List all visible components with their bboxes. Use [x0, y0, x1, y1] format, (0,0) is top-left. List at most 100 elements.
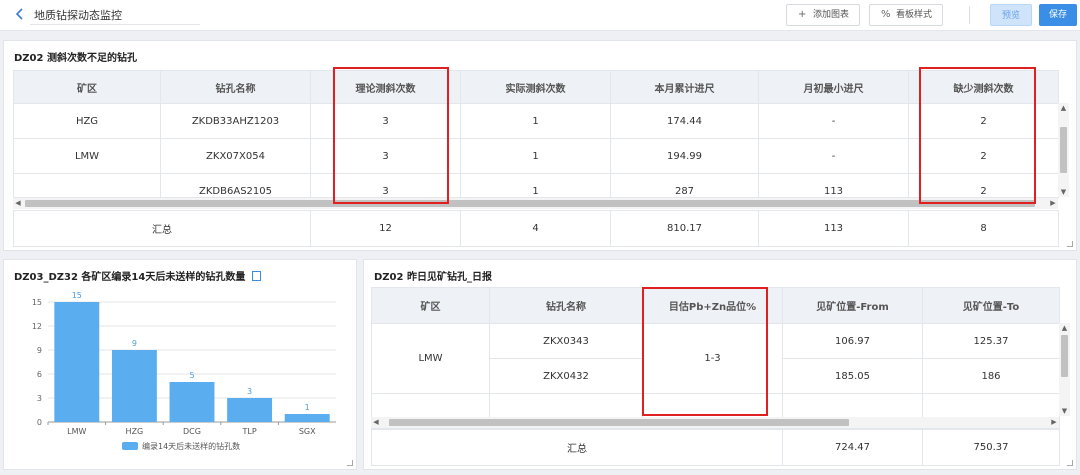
y-tick-label: 0 [37, 418, 42, 427]
column-header-to[interactable]: 见矿位置-To [922, 287, 1060, 324]
scroll-left-icon[interactable]: ◀ [371, 417, 381, 428]
cell: 1-3 [642, 323, 783, 394]
summary-cell: 724.47 [782, 429, 923, 466]
save-button[interactable]: 保存 [1039, 4, 1077, 26]
cell: LMW [371, 323, 490, 394]
column-header-min-footage[interactable]: 月初最小进尺 [758, 70, 909, 104]
page-title: 地质钻探动态监控 [34, 9, 122, 22]
vertical-scrollbar[interactable]: ▲ ▼ [1059, 323, 1070, 416]
cell: - [758, 138, 909, 174]
panel-title: DZ02 测斜次数不足的钻孔 [14, 53, 137, 64]
summary-row: 汇总 12 4 810.17 113 8 [13, 210, 1059, 247]
cell: 287 [610, 173, 759, 198]
legend-label: 编录14天后未送样的钻孔数 [142, 441, 240, 451]
column-header-month-footage[interactable]: 本月累计进尺 [610, 70, 759, 104]
cell: 185.05 [782, 358, 923, 394]
bar-value-label: 5 [189, 371, 194, 380]
board-style-label: 看板样式 [896, 10, 933, 20]
cell: 2 [908, 173, 1059, 198]
panel-unsampled-drills-chart: DZ03_DZ32 各矿区编录14天后未送样的钻孔数量 0 3 6 9 12 15 15 LM… [3, 259, 357, 470]
resize-handle[interactable] [1067, 241, 1073, 247]
bar [169, 382, 215, 422]
summary-label: 汇总 [13, 210, 311, 247]
y-tick-label: 3 [37, 394, 42, 403]
y-tick-label: 9 [37, 346, 42, 355]
chevron-left-icon[interactable] [14, 7, 28, 21]
x-tick-label: HZG [126, 427, 144, 436]
y-tick-label: 6 [37, 370, 42, 379]
plus-icon: + [798, 9, 807, 20]
scroll-down-icon[interactable]: ▼ [1059, 406, 1070, 416]
column-header-drill-name[interactable]: 钻孔名称 [489, 287, 643, 324]
scroll-left-icon[interactable]: ◀ [13, 198, 23, 209]
column-header-actual-count[interactable]: 实际测斜次数 [460, 70, 611, 104]
bar [284, 414, 330, 422]
y-tick-label: 12 [32, 322, 42, 331]
column-header-from[interactable]: 见矿位置-From [782, 287, 923, 324]
summary-cell: 4 [460, 210, 611, 247]
scroll-down-icon[interactable]: ▼ [1058, 187, 1069, 197]
table-header-row: 矿区 钻孔名称 理论测斜次数 实际测斜次数 本月累计进尺 月初最小进尺 缺少测斜… [13, 70, 1059, 104]
summary-label: 汇总 [371, 429, 783, 466]
x-tick-label: LMW [67, 427, 86, 436]
bar [227, 398, 273, 422]
scroll-right-icon[interactable]: ▶ [1048, 198, 1058, 209]
horizontal-scrollbar[interactable]: ◀ ▶ [371, 417, 1059, 428]
resize-handle[interactable] [347, 460, 353, 466]
cell: ZKX0432 [489, 358, 643, 394]
toolbar-divider [969, 6, 970, 24]
column-header-drill-name[interactable]: 钻孔名称 [160, 70, 311, 104]
column-header-missing-count[interactable]: 缺少测斜次数 [908, 70, 1059, 104]
bar [54, 302, 100, 422]
scroll-up-icon[interactable]: ▲ [1059, 323, 1070, 333]
add-chart-button[interactable]: + 添加图表 [786, 4, 860, 26]
cell: HZG [13, 103, 161, 139]
cell: ZKX0343 [489, 323, 643, 359]
cell: 1 [460, 103, 611, 139]
cell: - [758, 103, 909, 139]
column-header-theoretical-count[interactable]: 理论测斜次数 [310, 70, 461, 104]
summary-cell: 113 [758, 210, 909, 247]
cell: 3 [310, 173, 461, 198]
cell: 106.97 [782, 323, 923, 359]
summary-cell: 8 [908, 210, 1059, 247]
board-style-button[interactable]: % 看板样式 [869, 4, 943, 26]
cell: 194.99 [610, 138, 759, 174]
vertical-scrollbar[interactable]: ▲ ▼ [1058, 103, 1069, 197]
scrollbar-thumb[interactable] [389, 419, 849, 426]
cell: LMW [13, 138, 161, 174]
scrollbar-thumb[interactable] [25, 200, 1035, 207]
scrollbar-thumb[interactable] [1061, 335, 1068, 377]
panel-title: DZ02 昨日见矿钻孔_日报 [374, 272, 492, 283]
table-row[interactable]: HZG ZKDB33AHZ1203 3 1 174.44 - 2 [13, 103, 1059, 139]
bar-chart: 0 3 6 9 12 15 15 LMW 9 HZG 5 DCG 3 TLP 1 SGX 编录14天后未送样的钻… [32, 291, 336, 451]
inclinometry-table: 矿区 钻孔名称 理论测斜次数 实际测斜次数 本月累计进尺 月初最小进尺 缺少测斜… [13, 70, 1059, 198]
summary-cell: 810.17 [610, 210, 759, 247]
cell: ZKX07X054 [160, 138, 311, 174]
cell: 3 [310, 138, 461, 174]
bar-value-label: 3 [247, 387, 252, 396]
resize-handle[interactable] [1067, 460, 1073, 466]
summary-cell: 12 [310, 210, 461, 247]
cell: 186 [922, 358, 1060, 394]
horizontal-scrollbar[interactable]: ◀ ▶ [13, 198, 1058, 209]
table-header-row: 矿区 钻孔名称 目估Pb+Zn品位% 见矿位置-From 见矿位置-To [371, 287, 1060, 324]
title-underline [30, 24, 200, 25]
column-header-area[interactable]: 矿区 [371, 287, 490, 324]
table-row[interactable]: ZKDB6AS2105 3 1 287 113 2 [13, 173, 1059, 198]
preview-button[interactable]: 预览 [990, 4, 1032, 26]
note-icon[interactable] [251, 271, 261, 281]
column-header-area[interactable]: 矿区 [13, 70, 161, 104]
cell: 174.44 [610, 103, 759, 139]
panel-title: DZ03_DZ32 各矿区编录14天后未送样的钻孔数量 [14, 268, 261, 283]
table-row[interactable]: LMW ZKX0343 1-3 106.97 125.37 [371, 323, 1060, 394]
scroll-up-icon[interactable]: ▲ [1058, 103, 1069, 113]
column-header-grade[interactable]: 目估Pb+Zn品位% [642, 287, 783, 324]
scroll-right-icon[interactable]: ▶ [1049, 417, 1059, 428]
table-row[interactable]: LMW ZKX07X054 3 1 194.99 - 2 [13, 138, 1059, 174]
ore-drills-table: 矿区 钻孔名称 目估Pb+Zn品位% 见矿位置-From 见矿位置-To LMW… [371, 287, 1060, 429]
bar [111, 350, 157, 422]
add-chart-label: 添加图表 [813, 10, 850, 20]
cell: 125.37 [922, 323, 1060, 359]
scrollbar-thumb[interactable] [1060, 127, 1067, 173]
